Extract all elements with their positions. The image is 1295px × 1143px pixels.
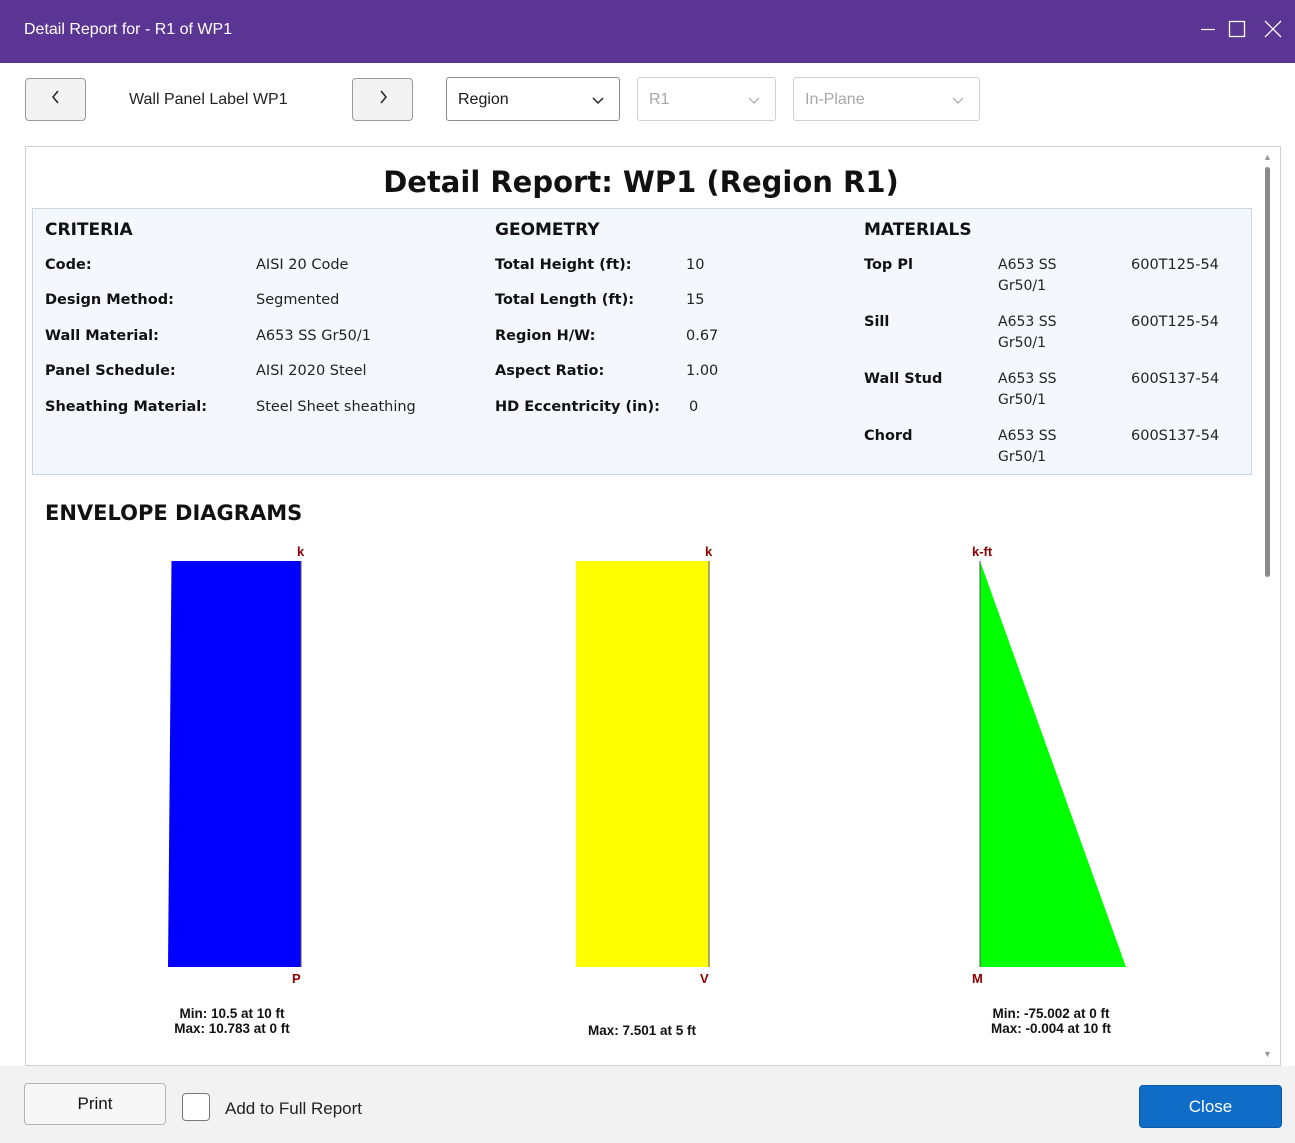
- envelope-caption: Max: 7.501 at 5 ft: [588, 1023, 697, 1038]
- envelope-axis-label: M: [972, 971, 983, 986]
- chevron-left-icon: [50, 89, 62, 110]
- plane-select[interactable]: In-Plane: [793, 77, 980, 121]
- envelope-caption: Min: 10.5 at 10 ft: [179, 1006, 285, 1021]
- dialog-footer: Print Add to Full Report Close: [0, 1066, 1295, 1143]
- close-icon[interactable]: [1262, 16, 1284, 42]
- envelope-area-1: [168, 561, 301, 967]
- envelope-caption: Max: 10.783 at 0 ft: [174, 1021, 290, 1036]
- envelope-unit-label: k: [705, 544, 713, 559]
- add-to-full-report-label: Add to Full Report: [225, 1099, 363, 1118]
- scroll-down-icon[interactable]: ▼: [1263, 1049, 1272, 1059]
- region-select[interactable]: R1: [637, 77, 776, 121]
- region-type-value: Region: [458, 91, 509, 108]
- envelope-diagrams: k P Min: 10.5 at 10 ftMax: 10.783 at 0 ft k…: [168, 544, 1126, 1038]
- previous-panel-button[interactable]: [25, 78, 86, 121]
- region-type-select[interactable]: Region: [446, 77, 620, 121]
- chevron-right-icon: [377, 89, 389, 110]
- region-value: R1: [649, 91, 670, 108]
- close-button[interactable]: Close: [1139, 1085, 1282, 1128]
- envelope-caption: Min: -75.002 at 0 ft: [992, 1006, 1110, 1021]
- maximize-icon[interactable]: [1226, 16, 1248, 42]
- scroll-up-icon[interactable]: ▲: [1263, 152, 1272, 162]
- wall-panel-label: Wall Panel Label WP1: [129, 91, 288, 108]
- window-title: Detail Report for - R1 of WP1: [24, 21, 233, 38]
- chevron-down-icon: [747, 93, 761, 111]
- next-panel-button[interactable]: [352, 78, 413, 121]
- title-bar: Detail Report for - R1 of WP1: [0, 0, 1295, 63]
- envelope-area-2: [576, 561, 709, 967]
- report-viewer[interactable]: Detail Report: WP1 (Region R1) CRITERIA …: [25, 146, 1281, 1066]
- scrollbar-thumb[interactable]: [1265, 167, 1270, 577]
- chevron-down-icon: [951, 93, 965, 111]
- envelope-unit-label: k: [297, 544, 305, 559]
- envelope-area-3: [980, 561, 1126, 967]
- print-button[interactable]: Print: [24, 1083, 166, 1125]
- envelope-unit-label: k-ft: [972, 544, 993, 559]
- envelope-axis-label: V: [700, 971, 709, 986]
- plane-value: In-Plane: [805, 91, 865, 108]
- minimize-icon[interactable]: [1197, 16, 1219, 42]
- report-scrollbar[interactable]: ▲ ▼: [1258, 146, 1279, 1066]
- envelope-axis-label: P: [292, 971, 301, 986]
- envelope-caption: Max: -0.004 at 10 ft: [991, 1021, 1112, 1036]
- add-to-full-report-checkbox[interactable]: [182, 1093, 210, 1121]
- chevron-down-icon: [591, 93, 605, 111]
